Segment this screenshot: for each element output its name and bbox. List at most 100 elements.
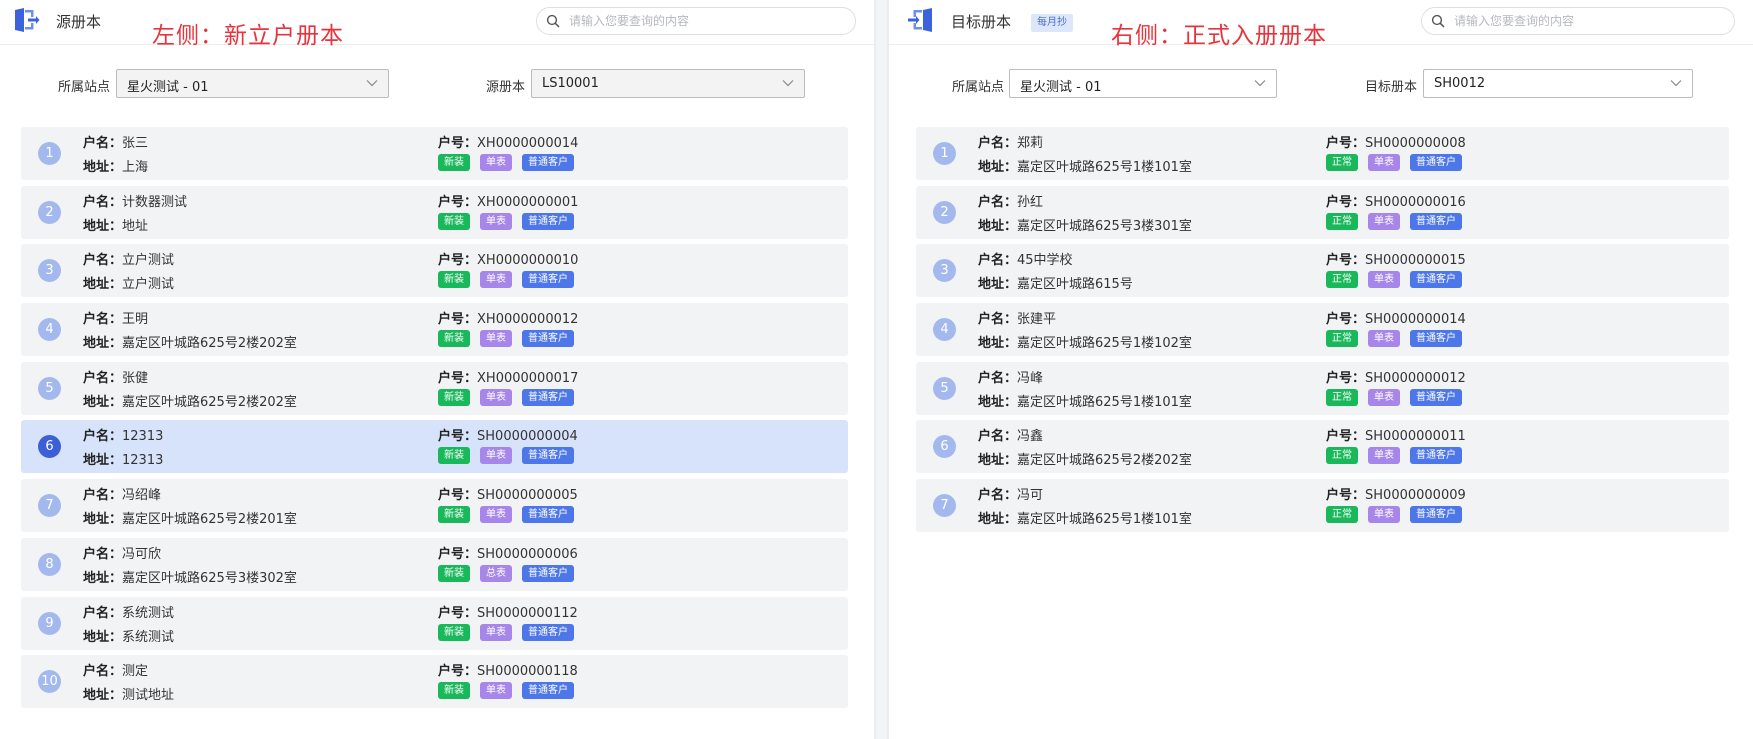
name-value: 计数器测试: [122, 194, 188, 210]
customer-row[interactable]: 2 户名：计数器测试 地址：地址 户号：XH0000000001 新装 单表 普通客户: [21, 185, 848, 239]
target-annotation: 右侧：正式入册册本: [1111, 23, 1327, 49]
customer-row[interactable]: 4 户名：王明 地址：嘉定区叶城路625号2楼202室 户号：XH0000000012…: [21, 303, 848, 357]
status-badge: 新装: [438, 271, 470, 289]
row-index-badge: 6: [933, 435, 956, 459]
name-label: 户名：: [83, 429, 123, 445]
customer-type-badge: 普通客户: [1410, 447, 1462, 465]
target-book-label: 目标册本: [1365, 80, 1418, 95]
account-label: 户号：: [438, 546, 478, 562]
customer-row[interactable]: 10 户名：测定 地址：测试地址 户号：SH0000000118 新装 单表 普通客户: [21, 655, 848, 709]
customer-row[interactable]: 5 户名：冯峰 地址：嘉定区叶城路625号1楼101室 户号：SH0000000012…: [916, 361, 1729, 415]
address-value: 嘉定区叶城路625号2楼202室: [122, 394, 297, 410]
row-index-badge: 2: [38, 200, 61, 224]
row-index-badge: 1: [38, 142, 61, 165]
row-index-badge: 10: [38, 670, 61, 694]
address-value: 嘉定区叶城路615号: [1017, 277, 1133, 293]
customer-row[interactable]: 9 户名：系统测试 地址：系统测试 户号：SH0000000112 新装 单表 普通客户: [21, 596, 848, 650]
customer-row[interactable]: 6 户名：冯鑫 地址：嘉定区叶城路625号2楼202室 户号：SH0000000011…: [916, 420, 1729, 474]
target-search-input[interactable]: [1454, 12, 1724, 30]
customer-name: 户名：12313: [83, 425, 163, 444]
customer-row[interactable]: 3 户名：45中学校 地址：嘉定区叶城路615号 户号：SH0000000015 正常单…: [916, 244, 1729, 298]
account-label: 户号：: [438, 253, 478, 269]
account-value: XH0000000001: [477, 194, 579, 210]
target-search-box[interactable]: [1421, 7, 1735, 35]
customer-address: 地址：嘉定区叶城路625号3楼301室: [978, 215, 1192, 234]
account-label: 户号：: [1326, 253, 1366, 269]
account-value: SH0000000005: [477, 488, 578, 504]
customer-row[interactable]: 1 户名：郑莉 地址：嘉定区叶城路625号1楼101室 户号：SH0000000008…: [916, 127, 1729, 180]
account-value: SH0000000112: [477, 605, 578, 621]
account-value: SH0000000009: [1365, 488, 1466, 504]
account-value: SH0000000015: [1365, 253, 1466, 269]
address-value: 嘉定区叶城路625号2楼202室: [122, 336, 297, 352]
name-value: 冯峰: [1017, 370, 1044, 386]
customer-row[interactable]: 5 户名：张健 地址：嘉定区叶城路625号2楼202室 户号：XH0000000017…: [21, 361, 848, 415]
row-index-badge: 3: [38, 259, 61, 283]
address-label: 地址：: [83, 160, 123, 175]
source-search-input[interactable]: [569, 12, 839, 30]
customer-row[interactable]: 7 户名：冯可 地址：嘉定区叶城路625号1楼101室 户号：SH0000000009…: [916, 479, 1729, 533]
status-badge: 新装: [438, 388, 470, 406]
account-label: 户号：: [1326, 312, 1366, 328]
customer-address: 地址：嘉定区叶城路625号1楼101室: [978, 508, 1192, 527]
name-value: 冯鑫: [1017, 429, 1044, 445]
customer-tags: 新装 单表 普通客户: [438, 271, 584, 289]
panel-splitter[interactable]: [874, 0, 889, 739]
customer-account: 户号：SH0000000118: [438, 660, 578, 679]
meter-type-badge: 单表: [1368, 271, 1400, 289]
customer-account: 户号：SH0000000011: [1326, 425, 1466, 444]
address-label: 地址：: [83, 394, 123, 410]
customer-account: 户号：XH0000000001: [438, 191, 578, 210]
address-value: 上海: [122, 160, 149, 175]
customer-type-badge: 普通客户: [522, 271, 574, 289]
source-search-box[interactable]: [536, 7, 856, 35]
account-value: SH0000000011: [1365, 429, 1466, 445]
meter-type-badge: 单表: [480, 154, 512, 171]
name-value: 冯可: [1017, 488, 1044, 504]
customer-row[interactable]: 8 户名：冯可欣 地址：嘉定区叶城路625号3楼302室 户号：SH000000000…: [21, 537, 848, 591]
source-station-select[interactable]: 星火测试 - 01: [116, 69, 389, 98]
meter-type-badge: 单表: [1368, 154, 1400, 171]
customer-type-badge: 普通客户: [522, 212, 574, 230]
target-station-value: 星火测试 - 01: [1020, 80, 1102, 95]
customer-name: 户名：立户测试: [83, 249, 174, 268]
customer-row[interactable]: 3 户名：立户测试 地址：立户测试 户号：XH0000000010 新装 单表 普通客户: [21, 244, 848, 298]
address-label: 地址：: [83, 277, 123, 293]
status-badge: 正常: [1326, 212, 1358, 230]
source-book-select[interactable]: LS10001: [531, 69, 805, 98]
customer-account: 户号：XH0000000014: [438, 132, 578, 151]
customer-name: 户名：冯可欣: [83, 543, 161, 562]
account-label: 户号：: [438, 605, 478, 621]
source-station-label: 所属站点: [58, 80, 111, 95]
row-index-badge: 9: [38, 611, 61, 635]
customer-row[interactable]: 7 户名：冯绍峰 地址：嘉定区叶城路625号2楼201室 户号：SH000000000…: [21, 479, 848, 533]
target-book-select[interactable]: SH0012: [1423, 69, 1693, 98]
customer-account: 户号：SH0000000005: [438, 484, 578, 503]
account-value: SH0000000016: [1365, 194, 1466, 210]
status-badge: 新装: [438, 682, 470, 700]
customer-row[interactable]: 2 户名：孙红 地址：嘉定区叶城路625号3楼301室 户号：SH0000000016…: [916, 185, 1729, 239]
account-label: 户号：: [438, 136, 478, 151]
customer-address: 地址：上海: [83, 156, 148, 175]
address-value: 嘉定区叶城路625号2楼201室: [122, 512, 297, 528]
customer-tags: 新装 单表 普通客户: [438, 212, 584, 230]
name-label: 户名：: [83, 136, 123, 151]
name-label: 户名：: [978, 488, 1018, 504]
address-label: 地址：: [83, 512, 123, 528]
customer-name: 户名：计数器测试: [83, 191, 187, 210]
source-customer-list: 1 户名：张三 地址：上海 户号：XH0000000014 新装 单表 普通客户 2 户名：计数…: [21, 127, 848, 714]
name-value: 郑莉: [1017, 136, 1044, 151]
customer-name: 户名：冯可: [978, 484, 1043, 503]
status-badge: 新装: [438, 447, 470, 465]
customer-tags: 新装 单表 普通客户: [438, 330, 584, 348]
customer-address: 地址：测试地址: [83, 684, 174, 703]
customer-row[interactable]: 1 户名：张三 地址：上海 户号：XH0000000014 新装 单表 普通客户: [21, 127, 848, 180]
target-station-select[interactable]: 星火测试 - 01: [1009, 69, 1277, 98]
customer-type-badge: 普通客户: [522, 447, 574, 465]
name-label: 户名：: [83, 253, 123, 269]
customer-row[interactable]: 4 户名：张建平 地址：嘉定区叶城路625号1楼102室 户号：SH000000001…: [916, 303, 1729, 357]
customer-address: 地址：地址: [83, 215, 148, 234]
row-index-badge: 2: [933, 200, 956, 224]
customer-type-badge: 普通客户: [1410, 154, 1462, 171]
customer-row[interactable]: 6 户名：12313 地址：12313 户号：SH0000000004 新装 单表 普通客户: [21, 420, 848, 474]
